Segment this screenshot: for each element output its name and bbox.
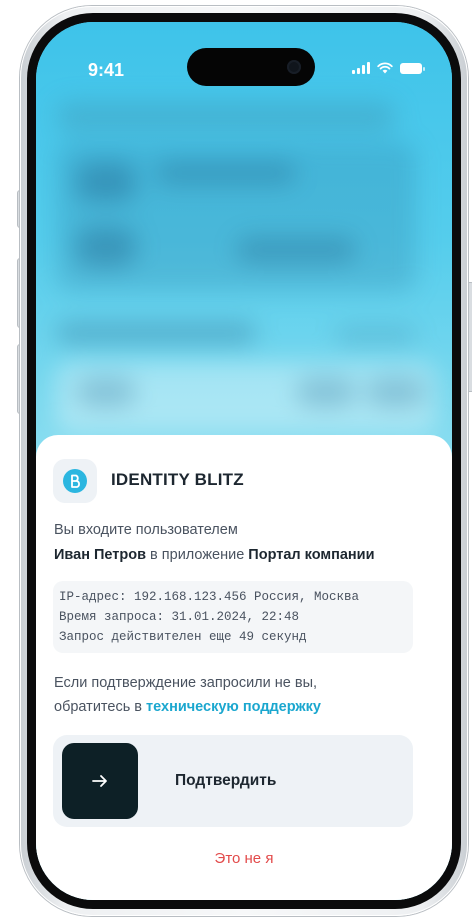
request-time-line: Время запроса: 31.01.2024, 22:48 [59,610,300,624]
user-name: Иван Петров [54,547,147,563]
app-name: IDENTITY BLITZ [111,470,244,489]
request-meta-box: IP-адрес: 192.168.123.456 Россия, Москва… [53,581,413,653]
login-intro-text: Вы входите пользователем [54,522,238,538]
dynamic-island [187,48,315,86]
battery-icon [400,63,425,74]
identity-blitz-logo-icon [63,469,87,493]
app-logo [53,459,97,503]
target-app-name: Портал компании [248,547,375,563]
phone-bezel: 9:41 IDENTITY BLITZ Вы входите пользоват… [27,13,461,909]
wifi-icon [377,62,393,74]
confirm-label: Подтвердить [175,772,277,789]
confirm-arrow-button[interactable] [62,743,138,819]
front-camera-icon [287,60,301,74]
validity-countdown-line: Запрос действителен еще 49 секунд [59,630,307,644]
ip-address-line: IP-адрес: 192.168.123.456 Россия, Москва [59,590,360,604]
auth-request-sheet: IDENTITY BLITZ Вы входите пользователем … [36,435,452,900]
warning-text-line2: обратитесь в техническую поддержку [54,699,321,715]
status-icons [352,62,425,74]
phone-frame: 9:41 IDENTITY BLITZ Вы входите пользоват… [20,6,468,916]
warning-text-prefix: обратитесь в [54,699,147,715]
device-mockup: 9:41 IDENTITY BLITZ Вы входите пользоват… [0,0,472,918]
phone-screen: 9:41 IDENTITY BLITZ Вы входите пользоват… [36,22,452,900]
warning-text-line1: Если подтверждение запросили не вы, [54,675,318,691]
status-time: 9:41 [88,60,125,80]
arrow-right-icon [92,775,107,787]
cellular-signal-icon [352,62,370,74]
confirm-button[interactable]: Подтвердить [53,735,413,827]
support-link[interactable]: техническую поддержку [146,699,321,715]
login-details-line: Иван Петров в приложение Портал компании [54,547,375,563]
not-me-link[interactable]: Это не я [36,850,452,867]
in-app-text: в приложение [146,547,249,563]
